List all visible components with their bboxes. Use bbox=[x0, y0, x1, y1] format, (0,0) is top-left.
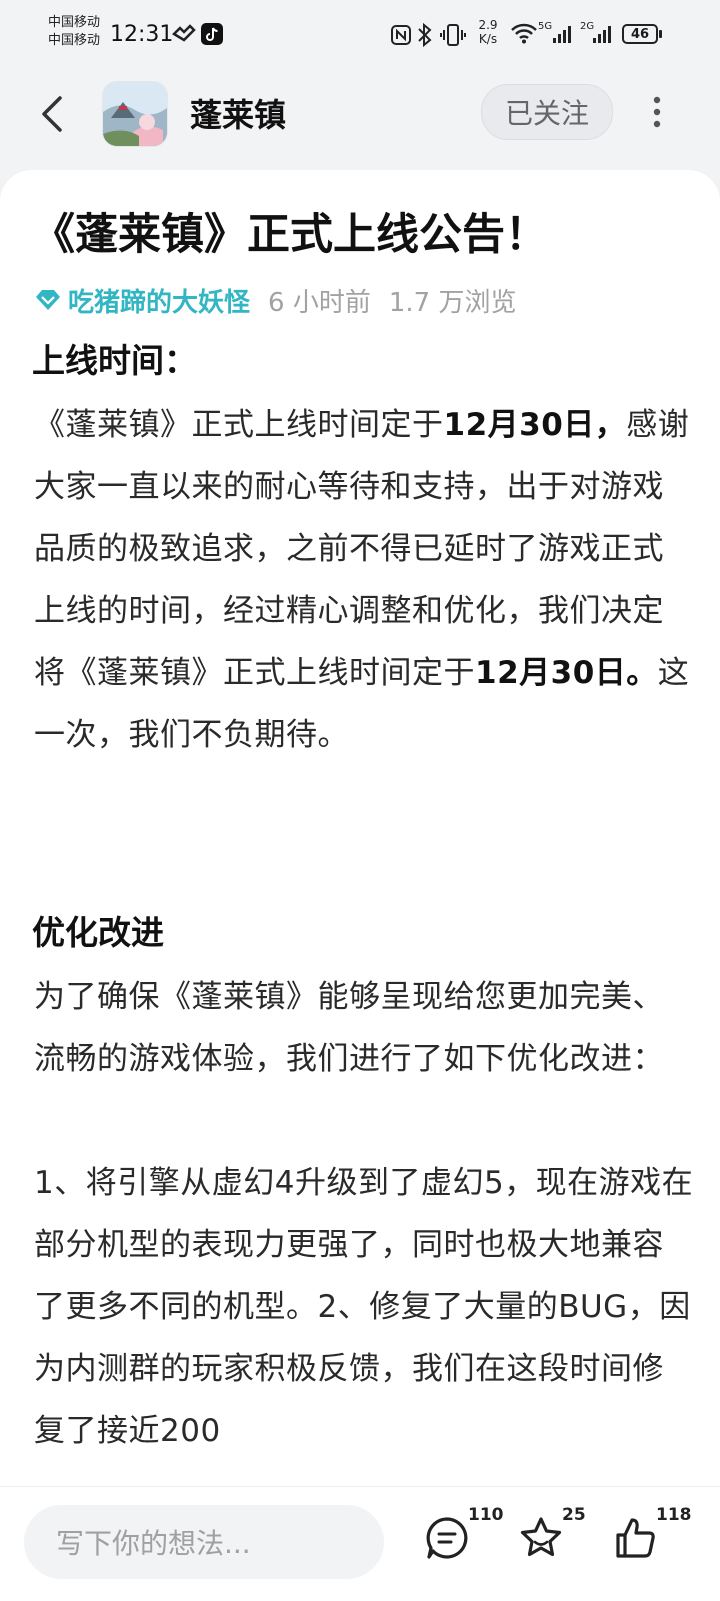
speed-readout: 2.9 K/s bbox=[474, 18, 502, 46]
wifi-icon bbox=[511, 23, 537, 44]
battery-cap bbox=[659, 30, 662, 38]
article-card: 《蓬莱镇》正式上线公告！ 吃猪蹄的大妖怪 6 小时前 1.7 万浏览 上线时间：… bbox=[0, 170, 720, 1600]
bottom-action-bar: 写下你的想法... 110 25 118 bbox=[0, 1486, 720, 1601]
speed-unit: K/s bbox=[478, 32, 498, 46]
launch-date-bold-2: 12月30日。 bbox=[475, 655, 658, 691]
star-icon bbox=[520, 1517, 562, 1557]
article-meta: 吃猪蹄的大妖怪 6 小时前 1.7 万浏览 bbox=[34, 280, 516, 320]
paragraph-optimization-intro: 为了确保《蓬莱镇》能够呈现给您更加完美、流畅的游戏体验，我们进行了如下优化改进： bbox=[34, 979, 664, 1077]
paragraph-launch: 《蓬莱镇》正式上线时间定于12月30日，感谢大家一直以来的耐心等待和支持，出于对… bbox=[34, 394, 694, 766]
like-count: 118 bbox=[656, 1505, 692, 1525]
header-title: 蓬莱镇 bbox=[190, 96, 287, 134]
speed-value: 2.9 bbox=[478, 18, 498, 32]
network-1-label: 5G bbox=[538, 21, 553, 32]
more-options-icon[interactable] bbox=[648, 92, 666, 132]
carrier-1: 中国移动 bbox=[48, 15, 101, 30]
thumbs-up-icon bbox=[616, 1518, 655, 1558]
article-title: 《蓬莱镇》正式上线公告！ bbox=[32, 210, 548, 260]
comment-input[interactable]: 写下你的想法... bbox=[24, 1505, 384, 1579]
carrier-labels: 中国移动 中国移动 bbox=[48, 14, 100, 50]
back-arrow-icon[interactable] bbox=[38, 94, 68, 134]
battery-indicator: 46 bbox=[622, 24, 658, 44]
tiktok-icon bbox=[201, 23, 223, 45]
section-heading-optimization: 优化改进 bbox=[32, 913, 164, 952]
paragraph-launch-text-b: 感谢大家一直以来的耐心等待和支持，出于对游戏品质的极致追求，之前不得已延时了游戏… bbox=[34, 407, 690, 691]
comment-icon bbox=[426, 1517, 468, 1559]
comment-count: 110 bbox=[468, 1505, 504, 1525]
game-avatar-art bbox=[103, 82, 167, 146]
author-name[interactable]: 吃猪蹄的大妖怪 bbox=[68, 282, 250, 319]
comment-button[interactable]: 110 bbox=[424, 1505, 504, 1585]
section-heading-launch: 上线时间： bbox=[32, 341, 197, 380]
launch-date-bold-1: 12月30日， bbox=[443, 407, 627, 443]
favorite-count: 25 bbox=[562, 1505, 586, 1525]
post-time: 6 小时前 bbox=[268, 287, 371, 318]
game-avatar[interactable] bbox=[103, 82, 167, 146]
battery-level: 46 bbox=[630, 26, 650, 42]
view-count: 1.7 万浏览 bbox=[388, 287, 517, 318]
signal-2-icon bbox=[593, 26, 611, 43]
nfc-icon bbox=[391, 25, 411, 45]
signal-icon bbox=[553, 26, 571, 43]
status-bar: 中国移动 中国移动 12:31 2.9 K/s 5G 2G 46 bbox=[0, 0, 720, 70]
carrier-2: 中国移动 bbox=[48, 33, 101, 48]
wave-icon bbox=[172, 24, 196, 42]
paragraph-optimization-list: 1、将引擎从虚幻4升级到了虚幻5，现在游戏在部分机型的表现力更强了，同时也极大地… bbox=[34, 1165, 694, 1449]
app-header: 蓬莱镇 已关注 bbox=[0, 70, 720, 160]
diamond-badge-icon bbox=[36, 290, 60, 310]
clock: 12:31 bbox=[110, 22, 174, 47]
paragraph-launch-text-a: 《蓬莱镇》正式上线时间定于 bbox=[34, 407, 444, 443]
vibrate-icon bbox=[440, 24, 466, 46]
like-button[interactable]: 118 bbox=[612, 1505, 692, 1585]
follow-button[interactable]: 已关注 bbox=[481, 84, 613, 140]
favorite-button[interactable]: 25 bbox=[518, 1505, 598, 1585]
bluetooth-icon bbox=[418, 22, 432, 48]
